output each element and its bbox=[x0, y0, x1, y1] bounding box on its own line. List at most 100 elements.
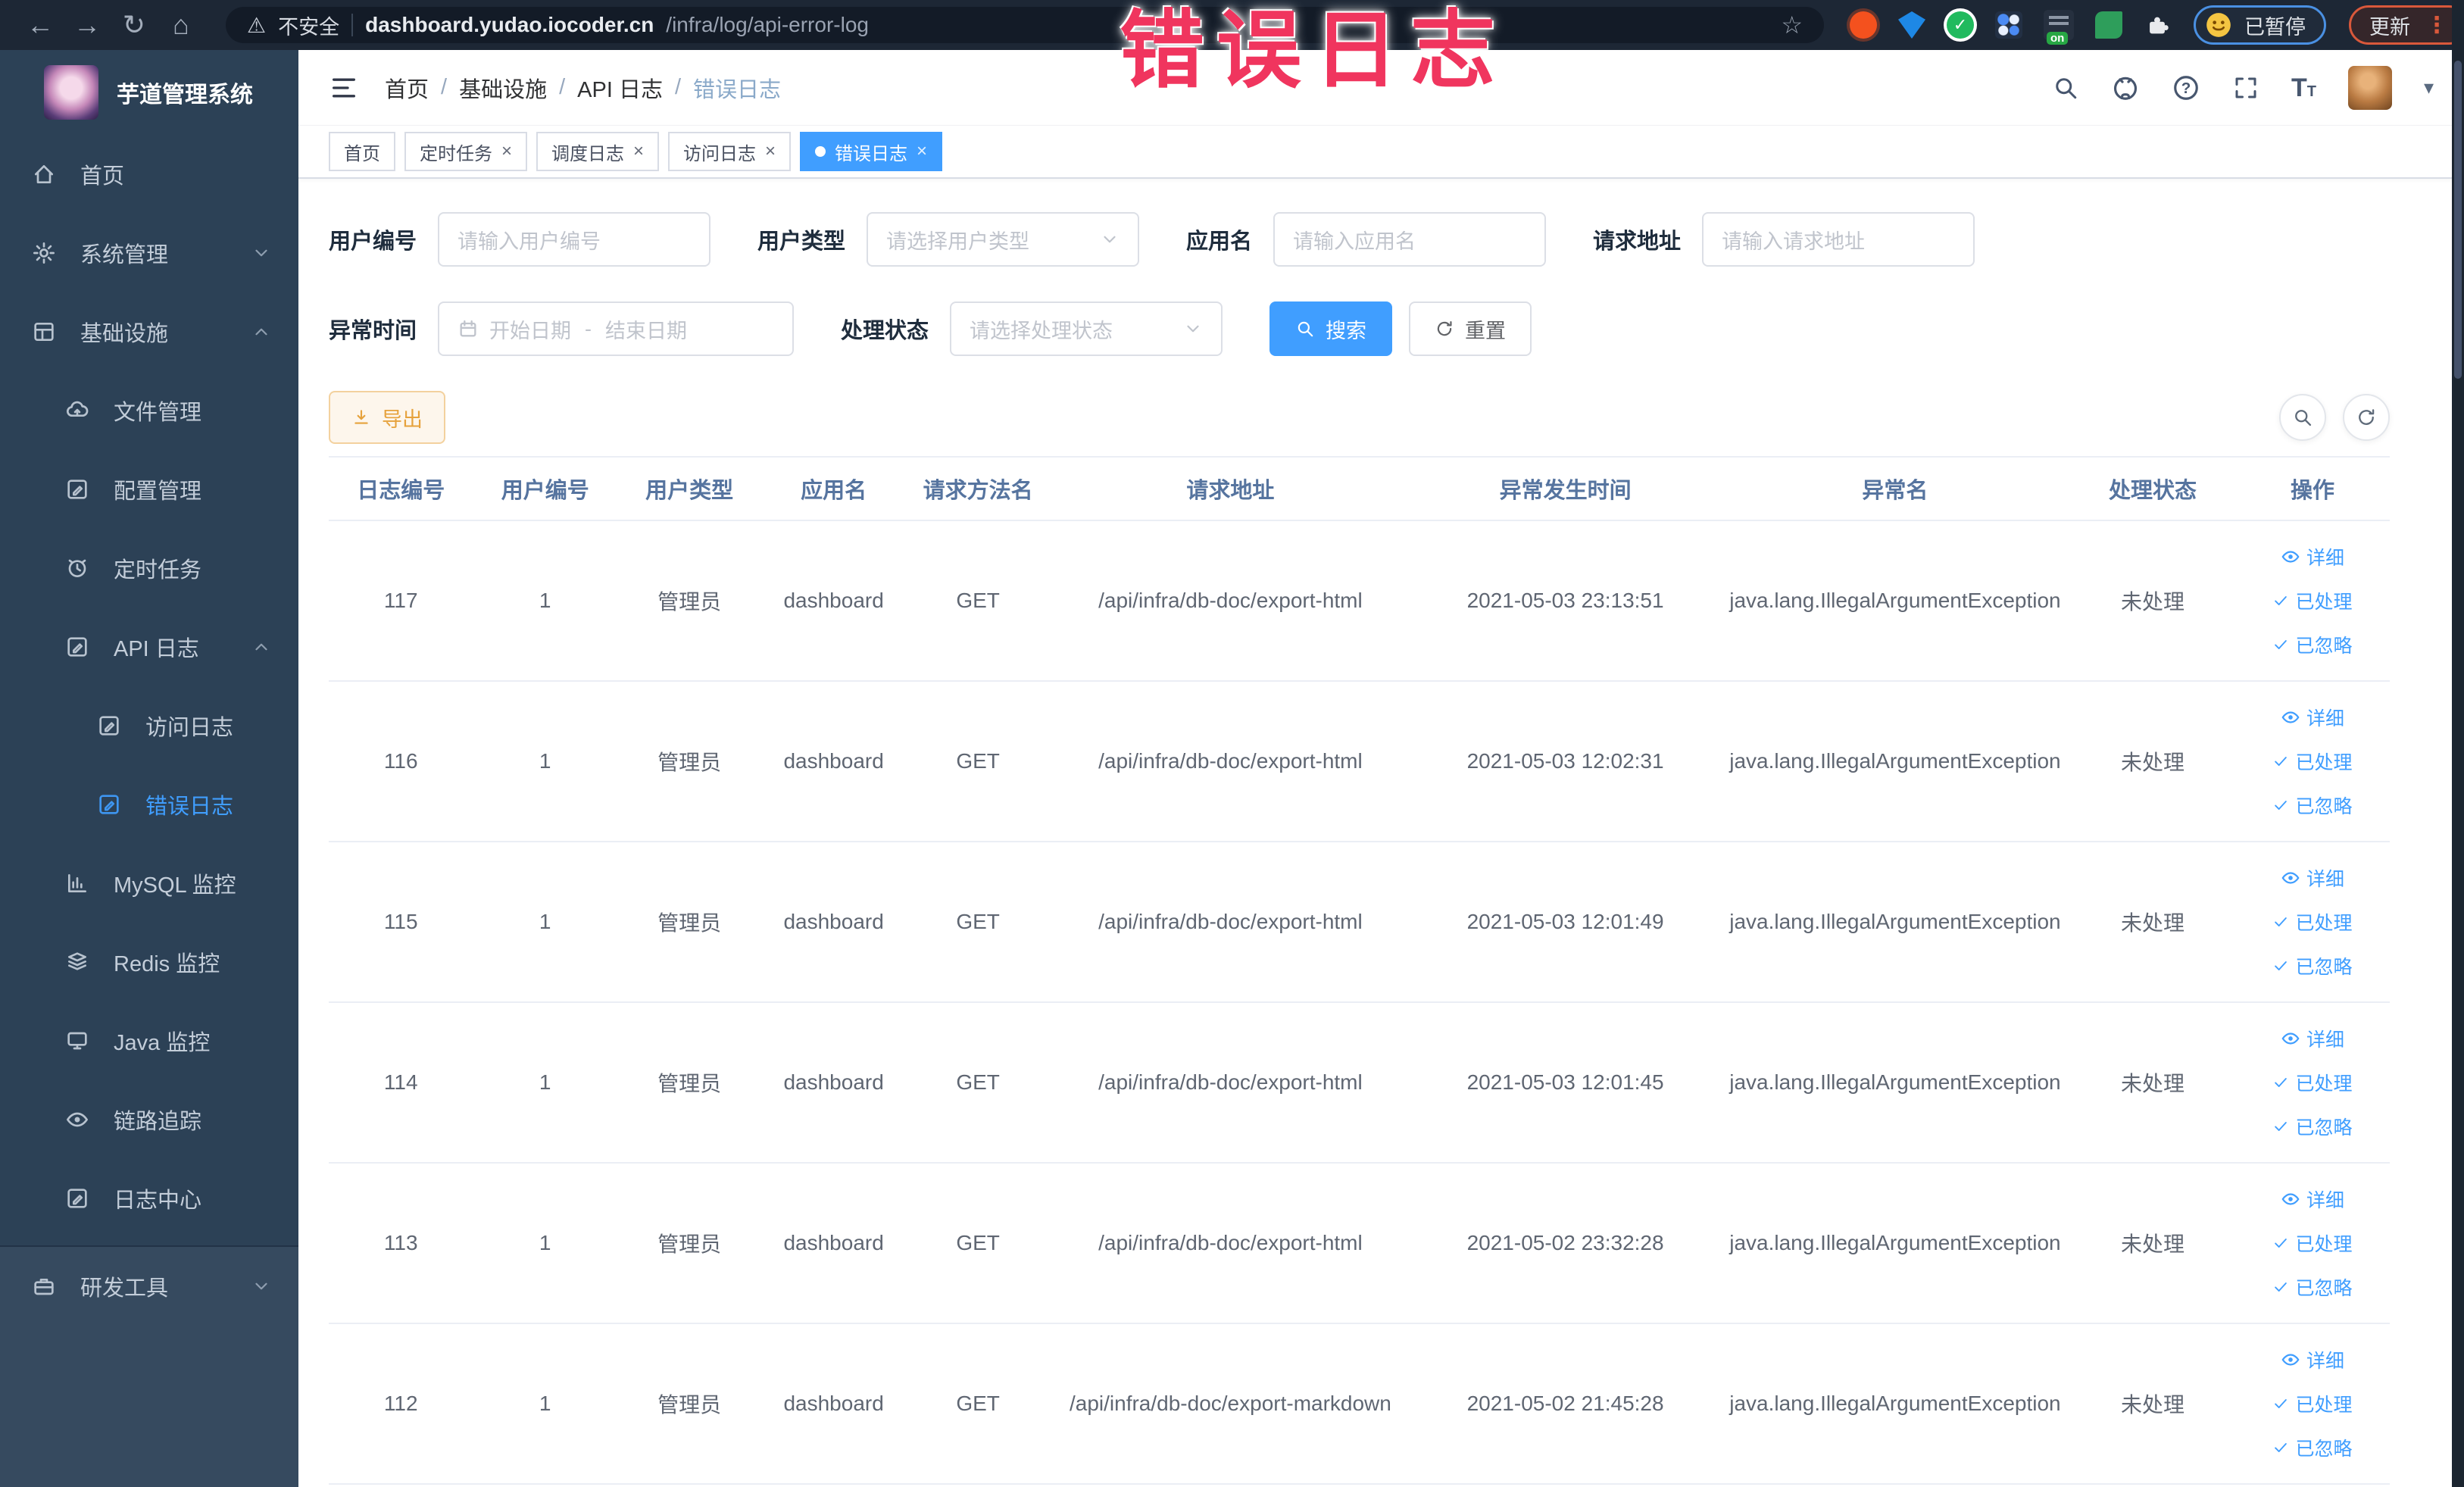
table-cell: 未处理 bbox=[2070, 842, 2235, 1003]
browser-scrollbar[interactable] bbox=[2452, 0, 2464, 1487]
ignored-label: 已忽略 bbox=[2295, 957, 2353, 978]
search-button[interactable]: 搜索 bbox=[1269, 301, 1393, 356]
breadcrumb-item[interactable]: 基础设施 bbox=[459, 72, 547, 104]
extension-blue-icon[interactable] bbox=[1898, 11, 1925, 39]
sidebar-item-error-log[interactable]: 错误日志 bbox=[0, 765, 298, 844]
github-button[interactable] bbox=[2111, 73, 2140, 102]
ignored-link[interactable]: 已忽略 bbox=[2272, 1113, 2352, 1140]
detail-link[interactable]: 详细 bbox=[2281, 1186, 2344, 1213]
browser-forward-icon[interactable]: → bbox=[64, 9, 111, 41]
reset-button[interactable]: 重置 bbox=[1409, 301, 1532, 356]
ignored-link[interactable]: 已忽略 bbox=[2272, 1273, 2352, 1301]
exception-time-range-picker[interactable]: 开始日期 - 结束日期 bbox=[438, 301, 795, 356]
detail-link[interactable]: 详细 bbox=[2281, 704, 2344, 731]
close-icon[interactable]: × bbox=[765, 142, 776, 161]
sidebar-item-file-manage[interactable]: 文件管理 bbox=[0, 371, 298, 450]
browser-back-icon[interactable]: ← bbox=[17, 9, 64, 41]
toggle-search-button[interactable] bbox=[2279, 394, 2326, 441]
tab-dispatch-log[interactable]: 调度日志 × bbox=[536, 132, 660, 171]
sidebar-item-trace[interactable]: 链路追踪 bbox=[0, 1080, 298, 1159]
close-icon[interactable]: × bbox=[633, 142, 644, 161]
detail-link[interactable]: 详细 bbox=[2281, 1346, 2344, 1373]
user-id-input[interactable]: 请输入用户编号 bbox=[438, 212, 711, 267]
sidebar-item-redis-monitor[interactable]: Redis 监控 bbox=[0, 923, 298, 1001]
detail-link[interactable]: 详细 bbox=[2281, 864, 2344, 892]
processed-link[interactable]: 已处理 bbox=[2272, 1229, 2352, 1257]
edit-square-icon bbox=[99, 795, 119, 814]
extension-leaf-icon[interactable] bbox=[2095, 11, 2122, 39]
sidebar-item-home[interactable]: 首页 bbox=[0, 135, 298, 214]
fullscreen-button[interactable] bbox=[2232, 74, 2259, 102]
chevron-down-icon bbox=[1104, 236, 1116, 243]
scrollbar-thumb[interactable] bbox=[2454, 61, 2462, 379]
select-caret bbox=[1100, 230, 1120, 249]
detail-link[interactable]: 详细 bbox=[2281, 543, 2344, 570]
edit-square-icon bbox=[99, 716, 119, 736]
sidebar-item-scheduled-job[interactable]: 定时任务 bbox=[0, 529, 298, 608]
profile-paused-chip[interactable]: 已暂停 bbox=[2194, 5, 2326, 45]
processed-link[interactable]: 已处理 bbox=[2272, 1069, 2352, 1096]
extensions-puzzle-icon[interactable] bbox=[2144, 11, 2171, 39]
processed-link[interactable]: 已处理 bbox=[2272, 748, 2352, 775]
app-title: 芋道管理系统 bbox=[117, 83, 253, 108]
sidebar-item-mysql-monitor[interactable]: MySQL 监控 bbox=[0, 844, 298, 923]
ignored-link[interactable]: 已忽略 bbox=[2272, 952, 2352, 979]
browser-home-icon[interactable]: ⌂ bbox=[158, 9, 205, 41]
collapse-menu-button[interactable] bbox=[329, 73, 359, 103]
user-avatar[interactable] bbox=[2347, 65, 2392, 110]
ignored-link[interactable]: 已忽略 bbox=[2272, 631, 2352, 658]
breadcrumb-item[interactable]: API 日志 bbox=[577, 72, 663, 104]
sidebar-item-java-monitor[interactable]: Java 监控 bbox=[0, 1001, 298, 1080]
sidebar-item-log-center[interactable]: 日志中心 bbox=[0, 1159, 298, 1238]
close-icon[interactable]: × bbox=[501, 142, 512, 161]
sidebar-item-config-manage[interactable]: 配置管理 bbox=[0, 450, 298, 529]
breadcrumb-item[interactable]: 首页 bbox=[385, 72, 429, 104]
browser-update-button[interactable]: 更新 ⋮ bbox=[2349, 5, 2464, 45]
request-url-input[interactable]: 请输入请求地址 bbox=[1702, 212, 1975, 267]
on-badge: on bbox=[2047, 32, 2069, 45]
app-name-input[interactable]: 请输入应用名 bbox=[1273, 212, 1547, 267]
extension-grid-icon[interactable] bbox=[1995, 11, 2022, 39]
ignored-link[interactable]: 已忽略 bbox=[2272, 792, 2352, 819]
tab-home[interactable]: 首页 bbox=[329, 132, 395, 171]
extension-orange-icon[interactable] bbox=[1850, 11, 1877, 39]
browser-menu-kebab-icon[interactable]: ⋮ bbox=[2425, 12, 2448, 39]
table-cell: 2021-05-02 21:45:28 bbox=[1410, 1323, 1720, 1485]
tab-label: 首页 bbox=[344, 143, 380, 164]
sidebar-item-label: 研发工具 bbox=[80, 1276, 169, 1301]
help-button[interactable]: ? bbox=[2172, 73, 2200, 102]
sidebar-item-access-log[interactable]: 访问日志 bbox=[0, 686, 298, 765]
processed-link[interactable]: 已处理 bbox=[2272, 587, 2352, 614]
tab-access-log[interactable]: 访问日志 × bbox=[668, 132, 792, 171]
reset-button-label: 重置 bbox=[1465, 319, 1507, 342]
browser-reload-icon[interactable]: ↻ bbox=[111, 9, 158, 41]
processed-link[interactable]: 已处理 bbox=[2272, 1390, 2352, 1417]
bookmark-star-icon[interactable]: ☆ bbox=[1781, 11, 1803, 39]
table-header-row: 日志编号 用户编号 用户类型 应用名 请求方法名 请求地址 异常发生时间 异常名 处理状态 操作 bbox=[329, 456, 2390, 521]
refresh-icon bbox=[2359, 409, 2375, 425]
sidebar-item-infrastructure[interactable]: 基础设施 bbox=[0, 292, 298, 371]
app-logo-row[interactable]: 芋道管理系统 bbox=[0, 50, 298, 135]
table-cell: 1 bbox=[473, 1002, 617, 1164]
user-type-select[interactable]: 请选择用户类型 bbox=[867, 212, 1140, 267]
sidebar-item-system-manage[interactable]: 系统管理 bbox=[0, 214, 298, 292]
font-size-button[interactable]: TT bbox=[2291, 75, 2316, 101]
ignored-link[interactable]: 已忽略 bbox=[2272, 1434, 2352, 1461]
processed-link[interactable]: 已处理 bbox=[2272, 908, 2352, 936]
refresh-table-button[interactable] bbox=[2343, 394, 2390, 441]
sidebar-item-dev-tool[interactable]: 研发工具 bbox=[0, 1247, 298, 1326]
detail-link[interactable]: 详细 bbox=[2281, 1025, 2344, 1052]
avatar-caret-down-icon[interactable]: ▾ bbox=[2424, 76, 2434, 99]
process-status-select[interactable]: 请选择处理状态 bbox=[950, 301, 1223, 356]
table-cell: 未处理 bbox=[2070, 681, 2235, 842]
extension-switch-icon[interactable]: on bbox=[2044, 10, 2074, 45]
sidebar-item-api-log[interactable]: API 日志 bbox=[0, 608, 298, 686]
header-search-button[interactable] bbox=[2052, 74, 2079, 102]
tab-error-log[interactable]: 错误日志 × bbox=[800, 132, 943, 171]
extension-green-check-icon[interactable]: ✓ bbox=[1947, 11, 1974, 39]
export-button[interactable]: 导出 bbox=[329, 391, 445, 444]
address-bar[interactable]: ⚠ 不安全 dashboard.yudao.iocoder.cn/infra/l… bbox=[226, 7, 1824, 43]
close-icon[interactable]: × bbox=[917, 142, 927, 161]
tab-scheduled-job[interactable]: 定时任务 × bbox=[404, 132, 528, 171]
column-header: 应用名 bbox=[761, 456, 906, 521]
